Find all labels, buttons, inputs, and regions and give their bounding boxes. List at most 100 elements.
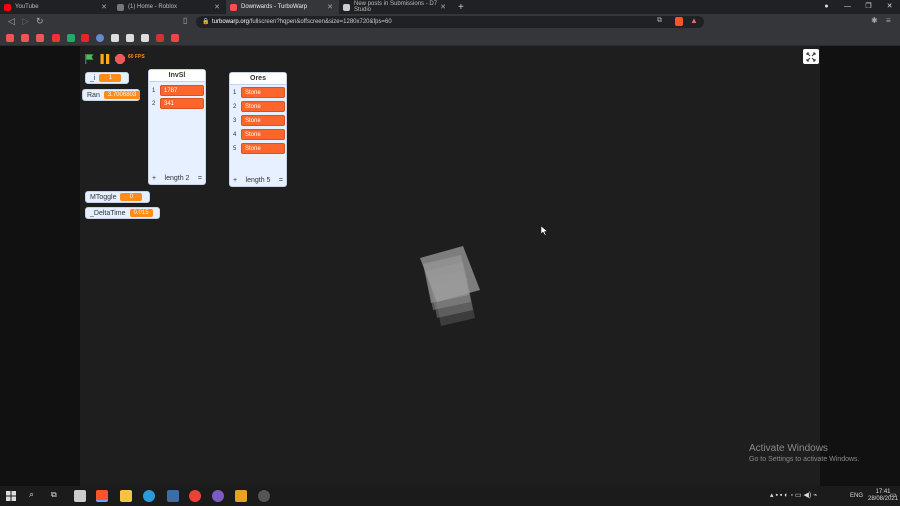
monitor-value: 1 <box>99 74 122 82</box>
list-item[interactable]: 5 Stone <box>233 143 285 154</box>
stop-button[interactable] <box>114 52 126 70</box>
list-value: Stone <box>241 129 285 140</box>
variable-monitor[interactable]: Ran 3.7006803 <box>82 89 141 101</box>
close-icon[interactable]: ✕ <box>327 3 333 11</box>
profile-icon[interactable]: ● <box>816 0 837 14</box>
tab-title: YouTube <box>15 4 39 10</box>
list-item[interactable]: 2 Stone <box>233 101 285 112</box>
list-resize-handle[interactable]: = <box>198 175 202 182</box>
list-item[interactable]: 4 Stone <box>233 129 285 140</box>
tab-turbowarp[interactable]: Downwards - TurboWarp ✕ <box>226 0 339 14</box>
bookmark-icon[interactable] <box>6 34 14 42</box>
url-path: /fullscreen?hqpen&offscreen&size=1280x72… <box>249 19 392 25</box>
list-add-button[interactable]: + <box>152 175 156 182</box>
tray-icons[interactable]: ▴ ▪ ▪ ◐ ▫ ▭ ◀) ⌁ <box>770 486 817 506</box>
green-flag-button[interactable] <box>83 52 95 70</box>
close-icon[interactable]: ✕ <box>440 3 446 11</box>
list-value: Stone <box>241 143 285 154</box>
list-index: 5 <box>233 145 237 152</box>
tab-title: New posts in Submissions - D7 Studio <box>354 1 438 13</box>
bookmark-icon[interactable]: ▯ <box>183 16 187 25</box>
list-add-button[interactable]: + <box>233 177 237 184</box>
notification-icon[interactable]: ▭ <box>890 486 897 506</box>
brave-rewards-icon[interactable]: ▲ <box>690 16 698 25</box>
list-item[interactable]: 2 341 <box>152 98 204 109</box>
close-window-button[interactable]: ✕ <box>879 0 900 14</box>
variable-monitor[interactable]: _DeltaTime 0.015 <box>85 207 160 219</box>
app-icon[interactable] <box>235 490 247 502</box>
list-index: 1 <box>152 87 156 94</box>
forward-button[interactable]: ▷ <box>22 16 29 27</box>
back-button[interactable]: ◁ <box>8 16 15 27</box>
wordpress-icon[interactable] <box>96 34 104 42</box>
list-monitor-invsl[interactable]: InvSl 1 1787 2 341 + length 2 = <box>148 69 206 185</box>
task-view-icon[interactable]: ⧉ <box>51 490 57 500</box>
discord-icon[interactable] <box>212 490 224 502</box>
list-item[interactable]: 1 Stone <box>233 87 285 98</box>
lock-icon: 🔒 <box>202 19 210 25</box>
search-icon[interactable]: ⌕ <box>29 489 34 500</box>
variable-monitor[interactable]: MToggle 0 <box>85 191 150 203</box>
close-icon[interactable]: ✕ <box>214 3 220 11</box>
youtube-icon[interactable] <box>81 34 89 42</box>
reload-button[interactable]: ↻ <box>36 16 44 27</box>
brave-icon[interactable] <box>96 490 108 502</box>
bookmark-icon[interactable] <box>67 34 75 42</box>
monitor-value: 0.015 <box>129 209 153 217</box>
menu-icon[interactable]: ≡ <box>886 16 891 25</box>
turbowarp-icon <box>230 3 237 11</box>
fullscreen-toggle-button[interactable] <box>803 49 819 64</box>
list-index: 4 <box>233 131 237 138</box>
app-icon[interactable] <box>167 490 179 502</box>
tab-d7-studio[interactable]: New posts in Submissions - D7 Studio ✕ <box>339 0 452 14</box>
language-indicator[interactable]: ENG <box>850 486 863 506</box>
list-length: length 5 <box>245 177 271 184</box>
list-item[interactable]: 3 Stone <box>233 115 285 126</box>
activate-windows-watermark: Activate Windows Go to Settings to activ… <box>749 443 860 463</box>
new-tab-button[interactable]: + <box>458 2 464 13</box>
list-resize-handle[interactable]: = <box>279 177 283 184</box>
maximize-button[interactable]: ❐ <box>858 0 879 14</box>
list-footer: + length 5 = <box>233 177 283 184</box>
fps-counter: 60 FPS <box>128 54 145 60</box>
list-item[interactable]: 1 1787 <box>152 85 204 96</box>
bookmark-icon[interactable] <box>21 34 29 42</box>
url-field[interactable]: 🔒 turbowarp.org/fullscreen?hqpen&offscre… <box>196 16 704 28</box>
browser-tab-bar: YouTube ✕ (1) Home - Roblox ✕ Downwards … <box>0 0 900 14</box>
list-monitor-ores[interactable]: Ores 1 Stone 2 Stone 3 Stone 4 Stone 5 S… <box>229 72 287 187</box>
tab-youtube[interactable]: YouTube ✕ <box>0 0 113 14</box>
bookmark-icon[interactable] <box>171 34 179 42</box>
extensions-icon[interactable]: ✱ <box>871 16 878 25</box>
file-explorer-icon[interactable] <box>120 490 132 502</box>
minimize-button[interactable]: — <box>837 0 858 14</box>
bookmark-icon[interactable] <box>156 34 164 42</box>
share-icon[interactable]: ⧉ <box>657 17 662 25</box>
fullscreen-icon <box>806 52 816 61</box>
bookmark-icon[interactable] <box>52 34 60 42</box>
pause-button[interactable] <box>99 52 111 70</box>
tab-roblox[interactable]: (1) Home - Roblox ✕ <box>113 0 226 14</box>
left-margin <box>0 46 80 486</box>
monitor-value: 3.7006803 <box>103 91 141 99</box>
edge-icon[interactable] <box>143 490 155 502</box>
list-value: Stone <box>241 115 285 126</box>
obs-icon[interactable] <box>258 490 270 502</box>
bookmarks-bar <box>0 30 900 46</box>
chrome-icon[interactable] <box>189 490 201 502</box>
close-icon[interactable]: ✕ <box>101 3 107 11</box>
store-icon[interactable] <box>74 490 86 502</box>
roblox-icon <box>117 3 124 11</box>
bookmark-icon[interactable] <box>111 34 119 42</box>
url-host: turbowarp.org <box>212 19 250 25</box>
variable-monitor[interactable]: _i 1 <box>85 72 129 84</box>
list-length: length 2 <box>164 175 190 182</box>
brave-shield-icon[interactable] <box>675 17 683 26</box>
list-title: InvSl <box>149 70 205 82</box>
windows-start-icon[interactable] <box>6 491 16 501</box>
monitor-label: Ran <box>87 91 100 99</box>
bookmark-icon[interactable] <box>141 34 149 42</box>
window-controls: ● — ❐ ✕ <box>816 0 900 14</box>
bookmark-icon[interactable] <box>126 34 134 42</box>
youtube-icon <box>4 3 11 11</box>
bookmark-icon[interactable] <box>36 34 44 42</box>
